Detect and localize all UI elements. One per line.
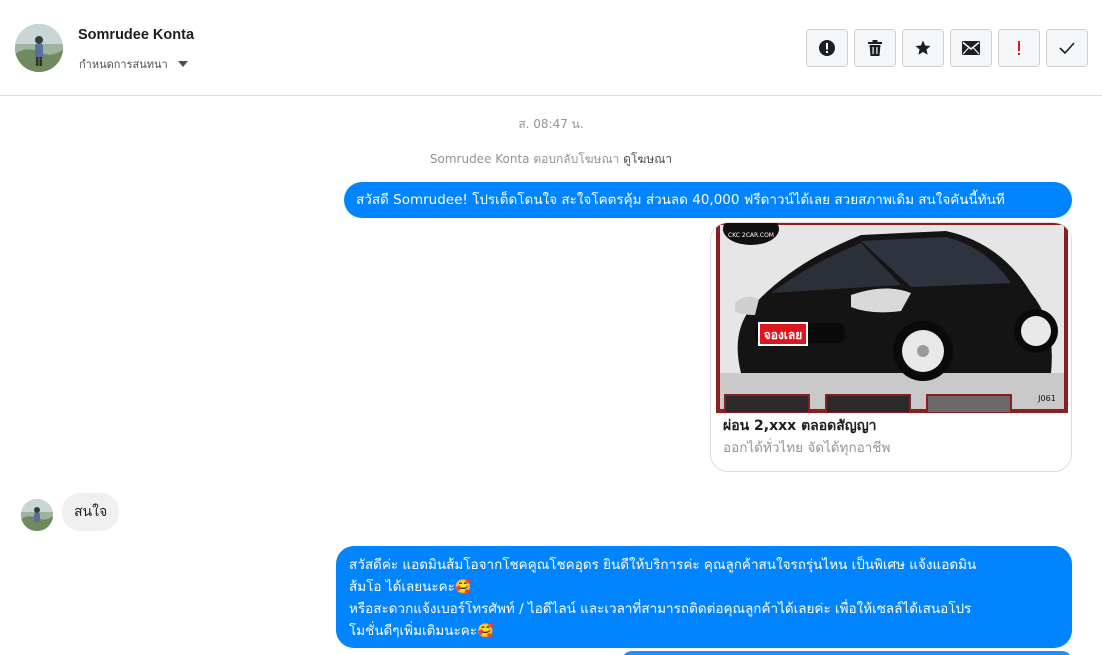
message-line: สวัสดีค่ะ แอดมินส้มโอจากโชคคูณโชคอุดร ยิ… xyxy=(349,557,977,573)
conversation-header: Somrudee Konta กำหนดการสนทนา xyxy=(0,0,1102,96)
delete-button[interactable] xyxy=(854,29,896,67)
message-line: ส้มโอ ได้เลยนะคะ🥰 xyxy=(349,579,472,595)
exclamation-icon xyxy=(1018,41,1020,55)
message-line: โมชั่นดีๆเพิ่มเติมนะคะ🥰 xyxy=(349,623,494,639)
message-line: หรือสะดวกแจ้งเบอร์โทรศัพท์ / ไอดีไลน์ แล… xyxy=(349,601,972,617)
ad-image-code: J061 xyxy=(1037,394,1056,403)
next-message-edge xyxy=(622,651,1072,655)
mark-important-button[interactable] xyxy=(998,29,1040,67)
ad-image-logo: CKC 2CAR.COM xyxy=(728,232,774,239)
contact-avatar[interactable] xyxy=(15,24,63,72)
outgoing-message: สวัสดี Somrudee! โปรเด็ดโดนใจ สะใจโคตรคุ… xyxy=(344,182,1072,218)
mark-done-button[interactable] xyxy=(1046,29,1088,67)
contact-name[interactable]: Somrudee Konta xyxy=(78,27,194,43)
header-actions xyxy=(806,29,1088,67)
ad-reply-text: Somrudee Konta ตอบกลับโฆษณา xyxy=(429,152,620,166)
mark-unread-button[interactable] xyxy=(950,29,992,67)
message-timestamp: ส. 08:47 น. xyxy=(518,117,584,131)
star-button[interactable] xyxy=(902,29,944,67)
outgoing-message: สวัสดีค่ะ แอดมินส้มโอจากโชคคูณโชคอุดร ยิ… xyxy=(336,546,1072,648)
ad-preview-card[interactable]: CKC 2CAR.COM จองเลย J061 ผ่อน 2,xxx ตลอด… xyxy=(710,222,1072,472)
trash-icon xyxy=(868,40,882,56)
caret-down-icon xyxy=(177,61,188,67)
alert-circle-icon xyxy=(819,40,835,56)
ad-subtitle: ออกได้ทั่วไทย จัดได้ทุกอาชีพ xyxy=(723,440,891,456)
ad-title: ผ่อน 2,xxx ตลอดสัญญา xyxy=(723,418,877,434)
envelope-icon xyxy=(962,41,980,55)
checkmark-icon xyxy=(1059,42,1075,54)
incoming-message: สนใจ xyxy=(62,493,120,531)
ad-car-image[interactable]: CKC 2CAR.COM จองเลย J061 xyxy=(711,223,1072,413)
star-icon xyxy=(915,40,931,55)
mark-spam-button[interactable] xyxy=(806,29,848,67)
ad-reply-note: Somrudee Konta ตอบกลับโฆษณา ดูโฆษณา xyxy=(0,150,1102,169)
assign-label: กำหนดการสนทนา xyxy=(79,58,168,71)
ad-image-badge: จองเลย xyxy=(764,328,803,342)
assign-conversation-dropdown[interactable]: กำหนดการสนทนา xyxy=(79,55,188,73)
sender-avatar[interactable] xyxy=(21,499,53,531)
view-ad-link[interactable]: ดูโฆษณา xyxy=(623,152,672,166)
